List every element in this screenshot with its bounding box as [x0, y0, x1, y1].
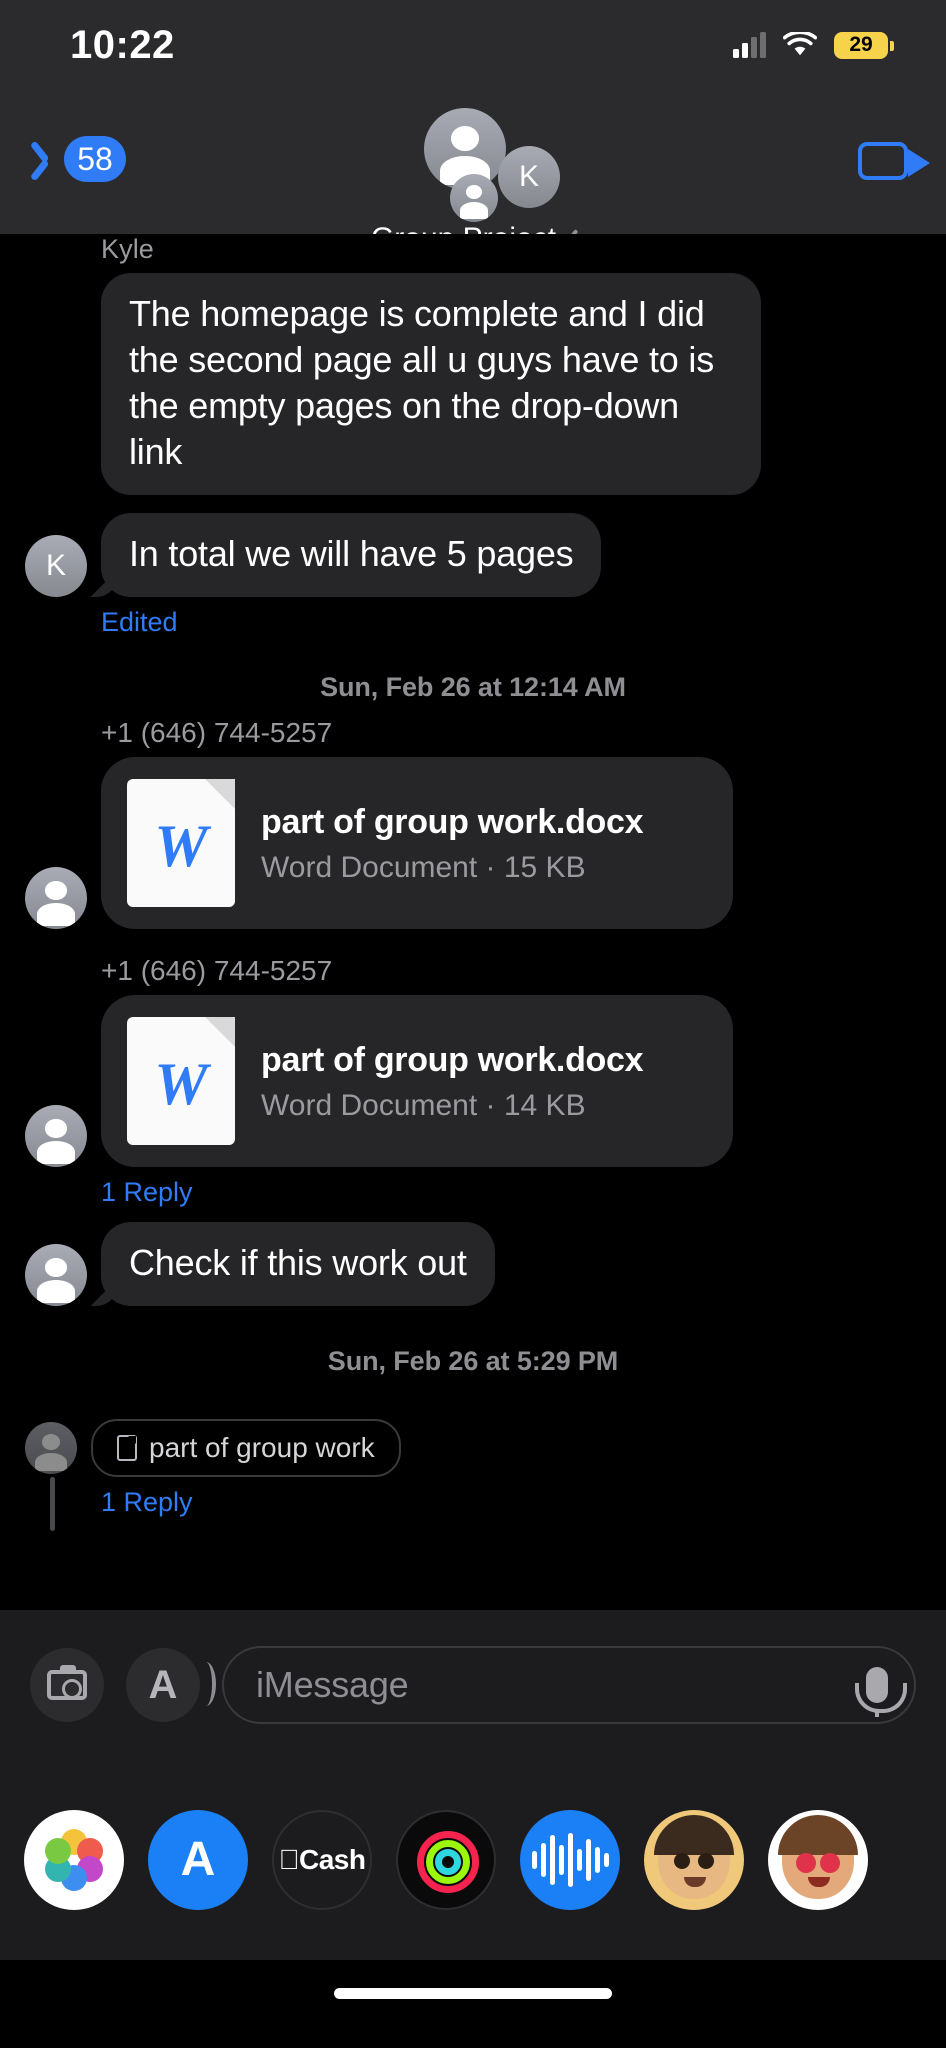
battery-indicator: 29 — [834, 31, 894, 59]
home-indicator-area — [0, 1960, 946, 2048]
avatar — [25, 1244, 87, 1307]
attachment-filename: part of group work.docx — [261, 802, 644, 841]
apple-cash-glyph: Cash — [279, 1844, 366, 1875]
timestamp-divider: Sun, Feb 26 at 12:14 AM — [320, 672, 626, 703]
word-document-icon: W — [127, 1017, 235, 1146]
avatar-participant-2: K — [498, 146, 560, 208]
app-store-app-icon[interactable]: A — [148, 1810, 248, 1910]
document-icon — [117, 1435, 137, 1462]
status-bar-indicators: 29 — [733, 31, 894, 59]
message-row[interactable]: Check if this work out — [0, 1222, 946, 1307]
avatar-initial: K — [518, 160, 539, 193]
wifi-icon — [783, 32, 817, 56]
avatar — [25, 1105, 87, 1168]
attachment-filename: part of group work.docx — [261, 1040, 644, 1079]
message-row[interactable]: part of group work — [0, 1419, 946, 1478]
app-store-icon: A — [148, 1663, 178, 1707]
video-camera-icon — [858, 142, 930, 180]
message-row[interactable]: W part of group work.docx Word Document … — [0, 995, 946, 1168]
microphone-icon[interactable] — [855, 1667, 907, 1717]
avatar — [25, 1422, 77, 1475]
cellular-bars-icon — [733, 32, 766, 58]
status-bar: 10:22 29 — [0, 0, 946, 90]
message-input-bar: A iMessage — [0, 1610, 946, 1760]
message-thread[interactable]: Kyle The homepage is complete and I did … — [0, 234, 946, 1780]
app-store-glyph: A — [180, 1833, 216, 1886]
attachment-bubble[interactable]: W part of group work.docx Word Document … — [101, 757, 733, 930]
camera-icon — [47, 1665, 87, 1700]
avatar — [25, 867, 87, 930]
sender-phone-label: +1 (646) 744-5257 — [101, 955, 333, 987]
word-glyph: W — [154, 1051, 208, 1118]
attachment-details: part of group work.docx Word Document · … — [261, 802, 644, 885]
sender-label: Kyle — [101, 234, 154, 264]
reply-count-link[interactable]: 1 Reply — [101, 1487, 946, 1518]
attachment-bubble[interactable]: W part of group work.docx Word Document … — [101, 995, 733, 1168]
attachment-meta: Word Document · 14 KB — [261, 1088, 586, 1122]
sender-phone-label: +1 (646) 744-5257 — [101, 717, 333, 749]
message-row[interactable]: K In total we will have 5 pages — [0, 513, 946, 598]
fitness-app-icon[interactable] — [396, 1810, 496, 1910]
avatar-spacer — [25, 433, 87, 495]
apple-cash-app-icon[interactable]: Cash — [272, 1810, 372, 1910]
reply-preview-chip[interactable]: part of group work — [91, 1419, 401, 1478]
memoji-app-icon-1[interactable] — [644, 1810, 744, 1910]
memoji-face — [654, 1815, 734, 1899]
timestamp-divider: Sun, Feb 26 at 5:29 PM — [327, 1346, 619, 1377]
photos-app-icon[interactable] — [24, 1810, 124, 1910]
edited-label[interactable]: Edited — [101, 607, 946, 638]
app-drawer[interactable]: A Cash — [0, 1760, 946, 1960]
thread-connector-line — [50, 1477, 55, 1532]
navigation-bar: 58 K Group Project — [0, 90, 946, 255]
facetime-button[interactable] — [858, 142, 930, 180]
status-bar-clock: 10:22 — [70, 22, 175, 67]
message-input-placeholder: iMessage — [256, 1664, 409, 1705]
word-glyph: W — [154, 813, 208, 880]
attachment-meta: Word Document · 15 KB — [261, 850, 586, 884]
group-avatar-cluster[interactable]: K — [388, 108, 560, 222]
message-row[interactable]: The homepage is complete and I did the s… — [0, 273, 946, 496]
home-indicator[interactable] — [334, 1988, 612, 1999]
voice-memos-app-icon[interactable] — [520, 1810, 620, 1910]
waveform-icon — [531, 1833, 609, 1887]
reply-preview-text: part of group work — [149, 1432, 375, 1464]
message-bubble[interactable]: The homepage is complete and I did the s… — [101, 273, 761, 496]
reply-count-link[interactable]: 1 Reply — [101, 1177, 946, 1208]
memoji-face — [778, 1815, 858, 1899]
memoji-app-icon-2[interactable] — [768, 1810, 868, 1910]
attachment-details: part of group work.docx Word Document · … — [261, 1040, 644, 1123]
app-store-button[interactable]: A — [126, 1648, 216, 1722]
message-bubble[interactable]: Check if this work out — [101, 1222, 495, 1307]
avatar-initial: K — [45, 549, 66, 583]
camera-button[interactable] — [30, 1648, 104, 1722]
message-input-field[interactable]: iMessage — [222, 1646, 916, 1724]
word-document-icon: W — [127, 779, 235, 908]
message-bubble[interactable]: In total we will have 5 pages — [101, 513, 602, 598]
avatar: K — [25, 535, 87, 598]
avatar-participant-3 — [450, 174, 498, 222]
message-row[interactable]: W part of group work.docx Word Document … — [0, 757, 946, 930]
